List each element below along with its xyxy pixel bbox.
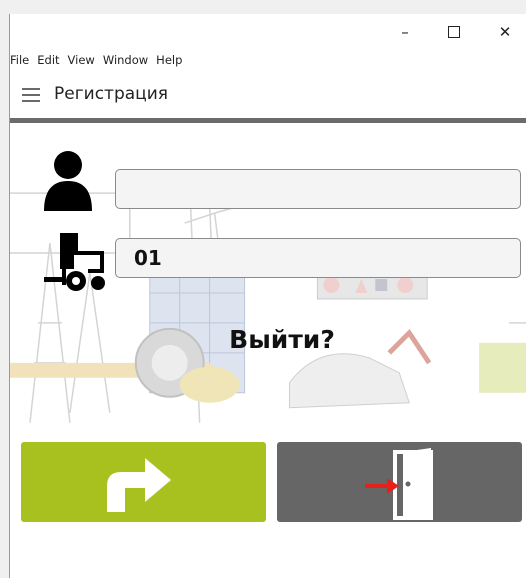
app-window: – ✕ File Edit View Window Help Регистрац… (9, 14, 526, 578)
menu-edit[interactable]: Edit (37, 52, 59, 68)
exit-door-button[interactable] (277, 442, 522, 522)
content-area: 01 Выйти? (10, 123, 526, 578)
menu-window[interactable]: Window (103, 52, 148, 68)
arrow-turn-right-icon (107, 458, 171, 512)
user-input[interactable] (115, 169, 521, 209)
exit-question: Выйти? (10, 325, 526, 354)
user-icon (44, 151, 92, 211)
confirm-exit-button[interactable] (21, 442, 266, 522)
menu-help[interactable]: Help (156, 52, 182, 68)
title-bar: – ✕ (10, 14, 526, 50)
menu-bar: File Edit View Window Help (10, 52, 182, 68)
door-exit-icon (365, 448, 433, 520)
forklift-icon (44, 233, 105, 291)
menu-file[interactable]: File (10, 52, 29, 68)
forklift-input[interactable]: 01 (115, 238, 521, 278)
maximize-icon (448, 26, 460, 38)
hamburger-menu-icon[interactable] (22, 88, 40, 102)
page-header: Регистрация (10, 80, 526, 114)
menu-view[interactable]: View (68, 52, 95, 68)
maximize-button[interactable] (437, 20, 471, 44)
minimize-button[interactable]: – (388, 20, 422, 44)
page-title: Регистрация (54, 84, 168, 104)
exit-question-text: Выйти? (229, 325, 335, 354)
close-button[interactable]: ✕ (488, 20, 522, 44)
